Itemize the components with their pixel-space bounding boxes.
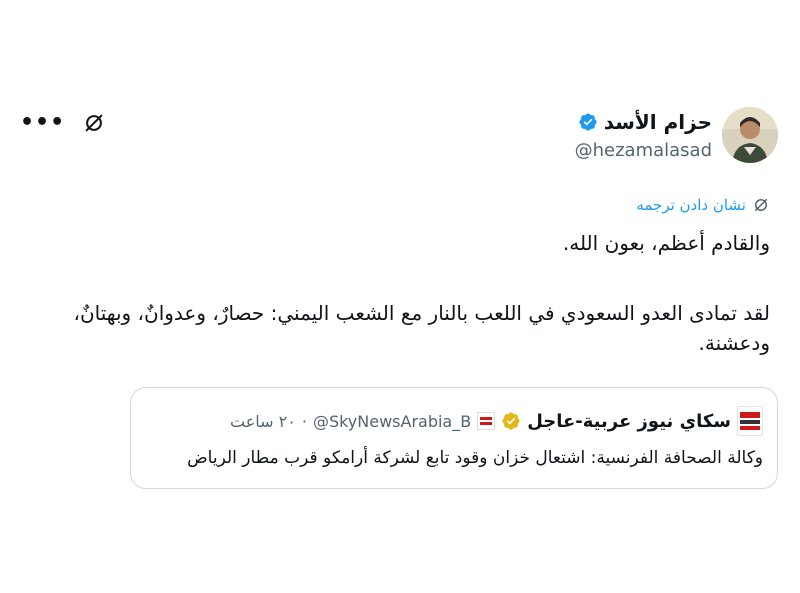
grok-icon[interactable] xyxy=(83,112,105,134)
author-avatar[interactable] xyxy=(722,107,778,163)
gold-verified-badge-icon xyxy=(502,412,520,430)
author-name[interactable]: حزام الأسد xyxy=(604,110,712,134)
translate-link[interactable]: نشان دادن ترجمه xyxy=(636,196,770,214)
translate-label: نشان دادن ترجمه xyxy=(636,196,746,214)
tweet-line: لقد تمادى العدو السعودي في اللعب بالنار … xyxy=(73,301,770,325)
tweet-line: ودعشنة. xyxy=(698,331,770,355)
quoted-author-name: سكاي نيوز عربية-عاجل xyxy=(527,410,731,432)
affiliate-logo-icon xyxy=(477,412,496,430)
quoted-tweet-card[interactable]: سكاي نيوز عربية-عاجل @SkyNewsArabia_B · … xyxy=(130,387,778,489)
quoted-author-handle: @SkyNewsArabia_B xyxy=(312,411,472,431)
author-handle[interactable]: @hezamalasad xyxy=(575,140,712,161)
quoted-timestamp: ٢٠ ساعت xyxy=(230,411,296,431)
author-block: حزام الأسد @hezamalasad xyxy=(575,110,712,161)
quoted-author-avatar xyxy=(737,406,763,436)
header-actions: ••• xyxy=(20,112,105,134)
tweet-text: والقادم أعظم، بعون الله. لقد تمادى العدو… xyxy=(28,228,770,358)
tweet: حزام الأسد @hezamalasad ••• نشان دادن تر… xyxy=(0,0,800,593)
separator-dot: · xyxy=(301,411,307,431)
tweet-line: والقادم أعظم، بعون الله. xyxy=(562,231,770,255)
more-options-icon[interactable]: ••• xyxy=(20,112,65,134)
quoted-tweet-text: وكالة الصحافة الفرنسية: اشتعال خزان وقود… xyxy=(187,448,763,468)
verified-badge-icon xyxy=(579,113,597,131)
quoted-tweet-header: سكاي نيوز عربية-عاجل @SkyNewsArabia_B · … xyxy=(230,406,763,436)
grok-icon xyxy=(755,199,767,211)
